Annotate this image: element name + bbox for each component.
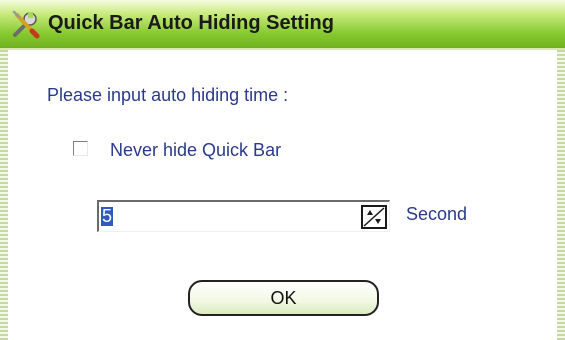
prompt-label: Please input auto hiding time : (47, 85, 289, 105)
ok-button[interactable]: OK (188, 280, 379, 316)
never-hide-checkbox[interactable] (73, 141, 88, 156)
hide-time-input[interactable] (99, 202, 355, 231)
dialog-title: Quick Bar Auto Hiding Setting (48, 12, 334, 34)
dialog-left-border (0, 50, 8, 340)
dialog-window: Quick Bar Auto Hiding Setting Please inp… (0, 0, 565, 340)
spin-arrows-icon (363, 207, 385, 227)
dialog-right-border (557, 50, 565, 340)
spin-button[interactable] (361, 205, 387, 229)
hide-time-spinbox[interactable]: 5 (97, 200, 390, 232)
never-hide-label[interactable]: Never hide Quick Bar (110, 140, 281, 161)
tools-icon (12, 10, 40, 39)
title-bar[interactable]: Quick Bar Auto Hiding Setting (0, 0, 565, 50)
unit-label: Second (406, 204, 468, 224)
